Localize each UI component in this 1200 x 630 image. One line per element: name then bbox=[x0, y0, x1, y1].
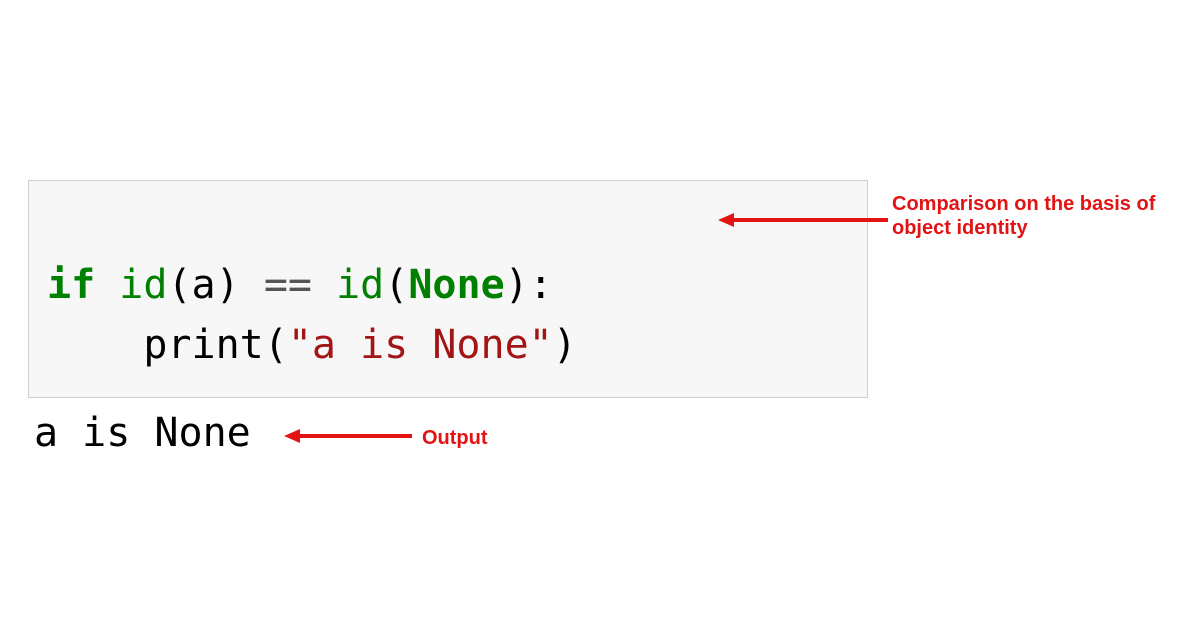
rparen: ) bbox=[505, 262, 529, 308]
rparen: ) bbox=[216, 262, 240, 308]
output-text: a is None bbox=[34, 410, 251, 456]
indent bbox=[47, 322, 143, 368]
annotation-comparison: Comparison on the basis of object identi… bbox=[892, 192, 1172, 240]
code-line-2: print("a is None") bbox=[47, 322, 577, 368]
space bbox=[95, 262, 119, 308]
lparen: ( bbox=[264, 322, 288, 368]
fn-id-2: id bbox=[336, 262, 384, 308]
lparen: ( bbox=[384, 262, 408, 308]
fn-print: print bbox=[143, 322, 263, 368]
keyword-if: if bbox=[47, 262, 95, 308]
space bbox=[240, 262, 264, 308]
lparen: ( bbox=[167, 262, 191, 308]
colon: : bbox=[529, 262, 553, 308]
var-a: a bbox=[192, 262, 216, 308]
fn-id-1: id bbox=[119, 262, 167, 308]
arrow-icon bbox=[718, 210, 898, 230]
string-literal: "a is None" bbox=[288, 322, 553, 368]
rparen: ) bbox=[553, 322, 577, 368]
arrow-icon bbox=[284, 426, 414, 446]
code-line-1: if id(a) == id(None): bbox=[47, 262, 553, 308]
annotation-output: Output bbox=[422, 426, 488, 450]
space bbox=[312, 262, 336, 308]
keyword-none: None bbox=[408, 262, 504, 308]
op-eq: == bbox=[264, 262, 312, 308]
